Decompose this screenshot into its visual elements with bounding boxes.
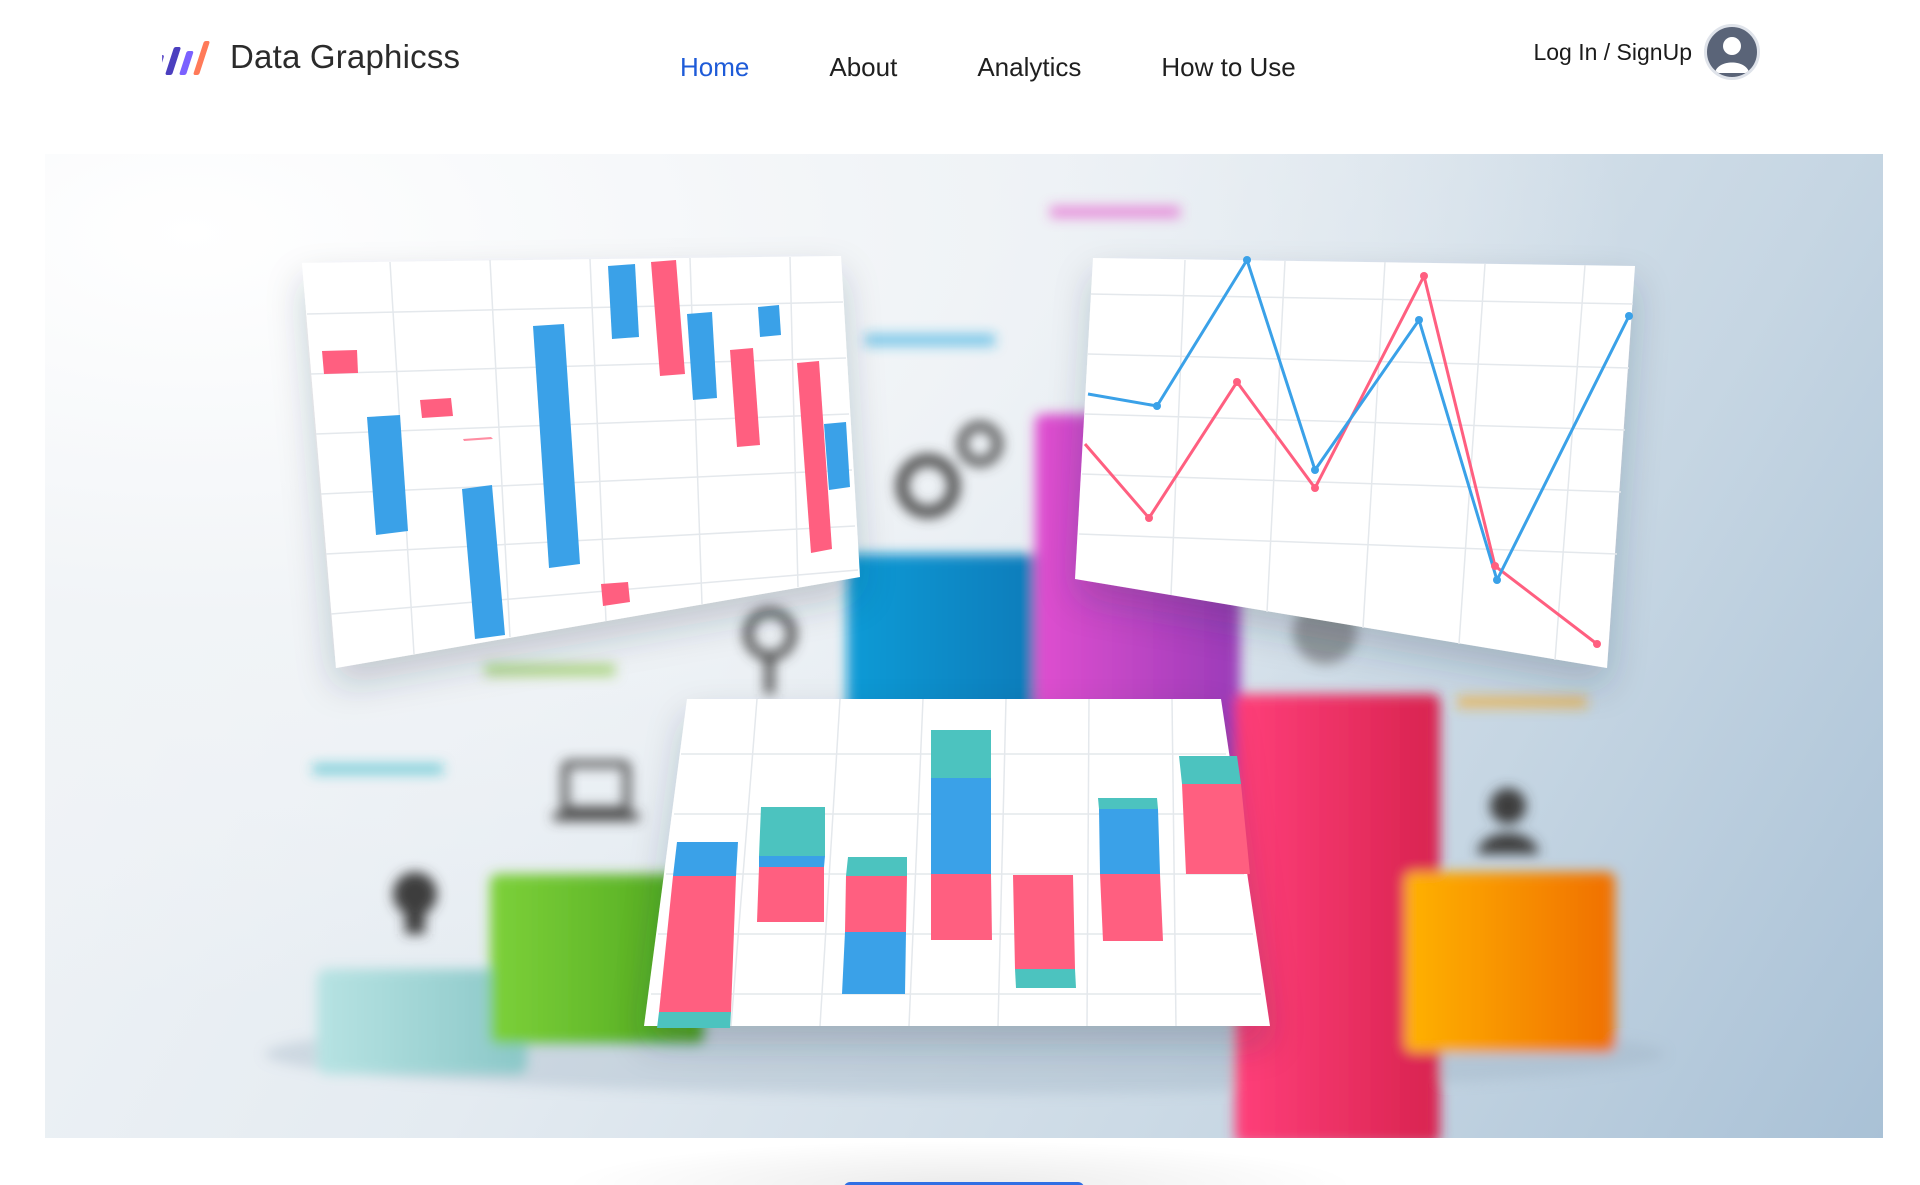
cta-shadow bbox=[560, 1140, 1360, 1185]
auth-area: Log In / SignUp bbox=[1533, 24, 1760, 80]
nav-how-to-use[interactable]: How to Use bbox=[1161, 52, 1295, 83]
page: Data Graphicss Home About Analytics How … bbox=[0, 0, 1920, 1185]
nav-analytics[interactable]: Analytics bbox=[977, 52, 1081, 83]
main-nav: Home About Analytics How to Use bbox=[680, 52, 1296, 83]
bar-chart-logo-icon bbox=[162, 41, 210, 75]
nav-about[interactable]: About bbox=[829, 52, 897, 83]
hero-illustration bbox=[265, 206, 1665, 1138]
site-header: Data Graphicss Home About Analytics How … bbox=[0, 0, 1920, 150]
brand[interactable]: Data Graphicss bbox=[162, 32, 460, 82]
avatar-silhouette bbox=[1715, 37, 1749, 73]
hero-image bbox=[45, 154, 1883, 1138]
login-signup-link[interactable]: Log In / SignUp bbox=[1533, 39, 1692, 66]
nav-home[interactable]: Home bbox=[680, 52, 749, 83]
user-avatar-icon[interactable] bbox=[1704, 24, 1760, 80]
brand-name: Data Graphicss bbox=[230, 38, 461, 75]
